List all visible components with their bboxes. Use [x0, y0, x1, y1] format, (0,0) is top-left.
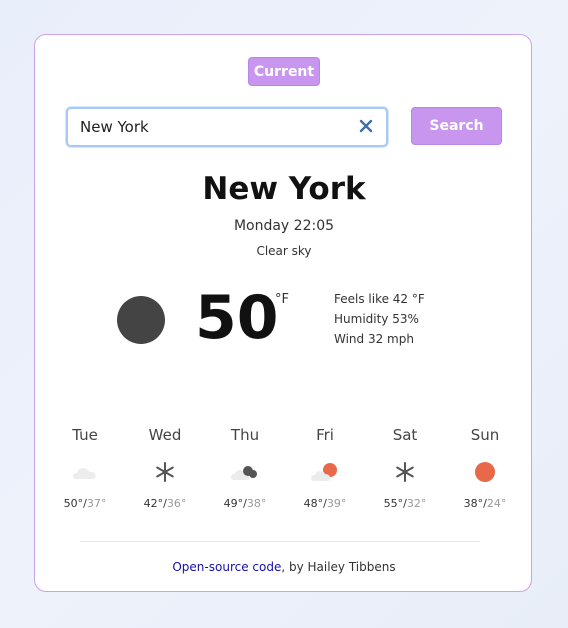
- feels-like: Feels like 42 °F: [334, 292, 425, 306]
- temperature: 50: [195, 283, 279, 353]
- forecast-day-name: Sun: [470, 426, 500, 444]
- source-code-link[interactable]: Open-source code: [172, 560, 281, 574]
- forecast-temps: 50°/37°: [63, 497, 107, 510]
- search-box: [66, 107, 388, 147]
- divider: [80, 541, 480, 542]
- forecast: Tue 50°/37° Wed 42°/36° Thu 49°/38° Fri …: [45, 425, 523, 525]
- forecast-temps: 55°/32°: [383, 497, 427, 510]
- forecast-temps: 38°/24°: [463, 497, 507, 510]
- footer-credit: , by Hailey Tibbens: [281, 560, 396, 574]
- search-input[interactable]: [80, 109, 340, 145]
- moon-icon: [117, 296, 165, 344]
- date-time: Monday 22:05: [233, 218, 335, 234]
- forecast-temps: 42°/36°: [143, 497, 187, 510]
- search-button[interactable]: Search: [411, 107, 502, 145]
- cloud-icon: [73, 468, 96, 479]
- current-button[interactable]: Current: [248, 57, 320, 86]
- forecast-temps: 49°/38°: [223, 497, 267, 510]
- sun-icon: [475, 462, 495, 482]
- forecast-day-name: Sat: [392, 426, 418, 444]
- forecast-day: Wed 42°/36°: [125, 425, 205, 510]
- forecast-day-name: Thu: [230, 426, 260, 444]
- forecast-day: Fri 48°/39°: [285, 425, 365, 510]
- forecast-day-name: Wed: [148, 426, 182, 444]
- temperature-unit: °F: [275, 292, 289, 307]
- forecast-day: Sat 55°/32°: [365, 425, 445, 510]
- wind: Wind 32 mph: [334, 332, 414, 346]
- forecast-day: Tue 50°/37°: [45, 425, 125, 510]
- footer: Open-source code, by Hailey Tibbens: [35, 560, 533, 574]
- clear-icon[interactable]: [358, 118, 374, 134]
- cloudy-icon: [231, 466, 257, 480]
- forecast-day-name: Tue: [72, 426, 98, 444]
- snowflake-icon: [396, 462, 414, 482]
- weather-card: Current Search New York Monday 22:05 Cle…: [34, 34, 532, 592]
- city-name: New York: [202, 171, 366, 207]
- snowflake-icon: [156, 462, 174, 482]
- forecast-day: Sun 38°/24°: [445, 425, 525, 510]
- weather-description: Clear sky: [256, 244, 312, 258]
- forecast-day: Thu 49°/38°: [205, 425, 285, 510]
- weather-details: Feels like 42 °F Humidity 53% Wind 32 mp…: [334, 289, 425, 349]
- forecast-temps: 48°/39°: [303, 497, 347, 510]
- partly-cloudy-icon: [311, 463, 337, 481]
- humidity: Humidity 53%: [334, 312, 419, 326]
- forecast-day-name: Fri: [316, 426, 334, 444]
